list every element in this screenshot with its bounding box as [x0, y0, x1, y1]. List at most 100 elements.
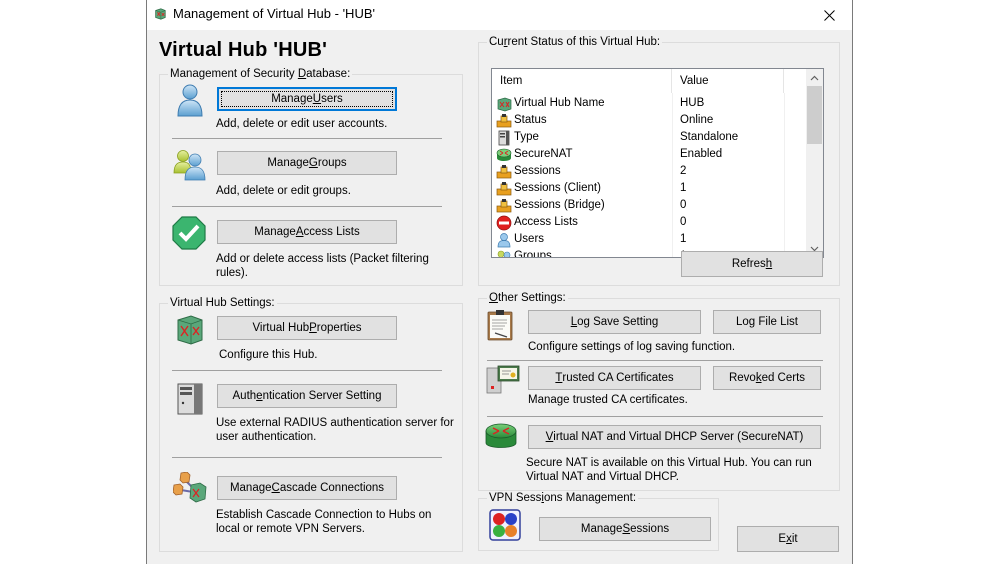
- status-value-cell: 1: [680, 233, 687, 245]
- separator: [172, 370, 442, 371]
- cascade-connection-icon: [173, 472, 207, 503]
- session-icon: [496, 164, 512, 178]
- status-list-row[interactable]: Status Online: [492, 112, 808, 129]
- manage-users-button[interactable]: Manage Users: [217, 87, 397, 111]
- status-item-label: Sessions (Client): [514, 182, 601, 194]
- cascade-connections-description: Establish Cascade Connection to Hubs on …: [216, 509, 432, 535]
- manage-users-description: Add, delete or edit user accounts.: [216, 118, 388, 130]
- status-item-label: Groups: [514, 250, 552, 258]
- manage-access-lists-button[interactable]: Manage Access Lists: [217, 220, 397, 244]
- separator: [172, 206, 442, 207]
- status-value-cell: 0: [680, 216, 687, 228]
- log-settings-description: Configure settings of log saving functio…: [528, 341, 736, 353]
- status-item-cell: Sessions (Client): [496, 180, 672, 197]
- status-value-cell: HUB: [680, 97, 705, 109]
- status-list-row[interactable]: Type Standalone: [492, 129, 808, 146]
- status-list-row[interactable]: Sessions 2: [492, 163, 808, 180]
- group-icon: [173, 150, 206, 181]
- trusted-ca-description: Manage trusted CA certificates.: [528, 394, 688, 406]
- separator: [487, 360, 823, 361]
- title-bar[interactable]: Management of Virtual Hub - 'HUB': [147, 0, 852, 30]
- manage-sessions-button[interactable]: Manage Sessions: [539, 517, 711, 541]
- status-item-label: SecureNAT: [514, 148, 573, 160]
- group-label: Other Settings:: [487, 291, 568, 305]
- status-item-label: Sessions (Bridge): [514, 199, 605, 211]
- separator: [172, 457, 442, 458]
- session-icon: [496, 113, 512, 127]
- status-item-cell: Type: [496, 129, 672, 146]
- status-item-cell: Status: [496, 112, 672, 129]
- scroll-up-button[interactable]: [806, 69, 823, 86]
- status-value-cell: 0: [680, 199, 687, 211]
- log-file-list-button[interactable]: Log File List: [713, 310, 821, 334]
- certificate-server-icon: [486, 365, 520, 394]
- manage-cascade-connections-button[interactable]: Manage Cascade Connections: [217, 476, 397, 500]
- close-button[interactable]: [806, 0, 852, 30]
- status-value-cell: Online: [680, 114, 714, 126]
- status-item-cell: Groups: [496, 248, 672, 258]
- server-icon: [498, 130, 510, 145]
- status-list-row[interactable]: Access Lists 0: [492, 214, 808, 231]
- other-settings-group: Other Settings: Log Save Setting Log Fil…: [478, 291, 840, 491]
- securenat-icon: [496, 148, 512, 161]
- status-item-label: Sessions: [514, 165, 561, 177]
- group-label: Current Status of this Virtual Hub:: [487, 35, 663, 49]
- status-list-row[interactable]: SecureNAT Enabled: [492, 146, 808, 163]
- current-status-group: Current Status of this Virtual Hub: Item…: [478, 35, 840, 286]
- chevron-up-icon: [810, 75, 819, 80]
- status-item-label: Access Lists: [514, 216, 578, 228]
- status-item-label: Type: [514, 131, 539, 143]
- revoked-certs-button[interactable]: Revo k ed Certs: [713, 366, 821, 390]
- securenat-router-icon: [485, 423, 517, 448]
- session-icon: [496, 198, 512, 212]
- window-title: Management of Virtual Hub - 'HUB': [173, 6, 375, 21]
- manage-groups-description: Add, delete or edit groups.: [216, 185, 351, 197]
- virtual-hub-settings-group: Virtual Hub Settings: Virtual Hub Proper…: [159, 296, 463, 552]
- status-value-cell: Enabled: [680, 148, 723, 160]
- manage-groups-button[interactable]: Manage Groups: [217, 151, 397, 175]
- virtual-hub-icon: [155, 8, 166, 20]
- vertical-scrollbar[interactable]: [806, 69, 823, 257]
- status-value-cell: 2: [680, 165, 687, 177]
- list-header: Item Value: [492, 69, 808, 93]
- virtual-hub-icon: [177, 315, 203, 345]
- scrollbar-thumb[interactable]: [807, 86, 822, 144]
- trusted-ca-certificates-button[interactable]: Trusted CA Certificates: [528, 366, 701, 390]
- virtual-hub-properties-description: Configure this Hub.: [219, 349, 318, 361]
- hub-icon: [497, 97, 512, 111]
- status-value-cell: 1: [680, 182, 687, 194]
- group-icon: [497, 250, 511, 257]
- group-label: VPN Sessions Management:: [487, 491, 639, 505]
- separator: [487, 416, 823, 417]
- deny-icon: [496, 215, 512, 230]
- status-item-label: Status: [514, 114, 547, 126]
- status-list-row[interactable]: Sessions (Client) 1: [492, 180, 808, 197]
- user-icon: [177, 84, 203, 117]
- status-item-cell: Sessions: [496, 163, 672, 180]
- security-database-group: Management of Security Database: Manage …: [159, 67, 463, 286]
- authentication-server-setting-button[interactable]: Auth e ntication Server Setting: [217, 384, 397, 408]
- status-item-cell: Users: [496, 231, 672, 248]
- status-item-cell: SecureNAT: [496, 146, 672, 163]
- status-value-cell: Standalone: [680, 131, 739, 143]
- status-item-label: Users: [514, 233, 545, 245]
- authentication-server-description: Use external RADIUS authentication serve…: [216, 417, 454, 443]
- column-header-value[interactable]: Value: [672, 69, 784, 93]
- status-list-row[interactable]: Users 1: [492, 231, 808, 248]
- log-clipboard-icon: [487, 310, 513, 341]
- status-list-row[interactable]: Sessions (Bridge) 0: [492, 197, 808, 214]
- exit-button[interactable]: Ex it: [737, 526, 839, 552]
- column-header-item[interactable]: Item: [492, 69, 672, 93]
- status-list-row[interactable]: Virtual Hub Name HUB: [492, 95, 808, 112]
- status-list[interactable]: Item Value Virtual Hub Name HUB Status Onli…: [491, 68, 824, 258]
- group-label: Virtual Hub Settings:: [168, 296, 277, 310]
- status-item-cell: Sessions (Bridge): [496, 197, 672, 214]
- status-item-label: Virtual Hub Name: [514, 97, 605, 109]
- log-save-setting-button[interactable]: Log Save Setting: [528, 310, 701, 334]
- virtual-hub-properties-button[interactable]: Virtual Hub Properties: [217, 316, 397, 340]
- close-icon: [823, 9, 835, 21]
- refresh-button[interactable]: Refres h: [681, 251, 823, 277]
- securenat-button[interactable]: Virtual NAT and Virtual DHCP Server (Sec…: [528, 425, 821, 449]
- status-item-cell: Virtual Hub Name: [496, 95, 672, 112]
- manage-access-lists-description: Add or delete access lists (Packet filte…: [216, 253, 429, 279]
